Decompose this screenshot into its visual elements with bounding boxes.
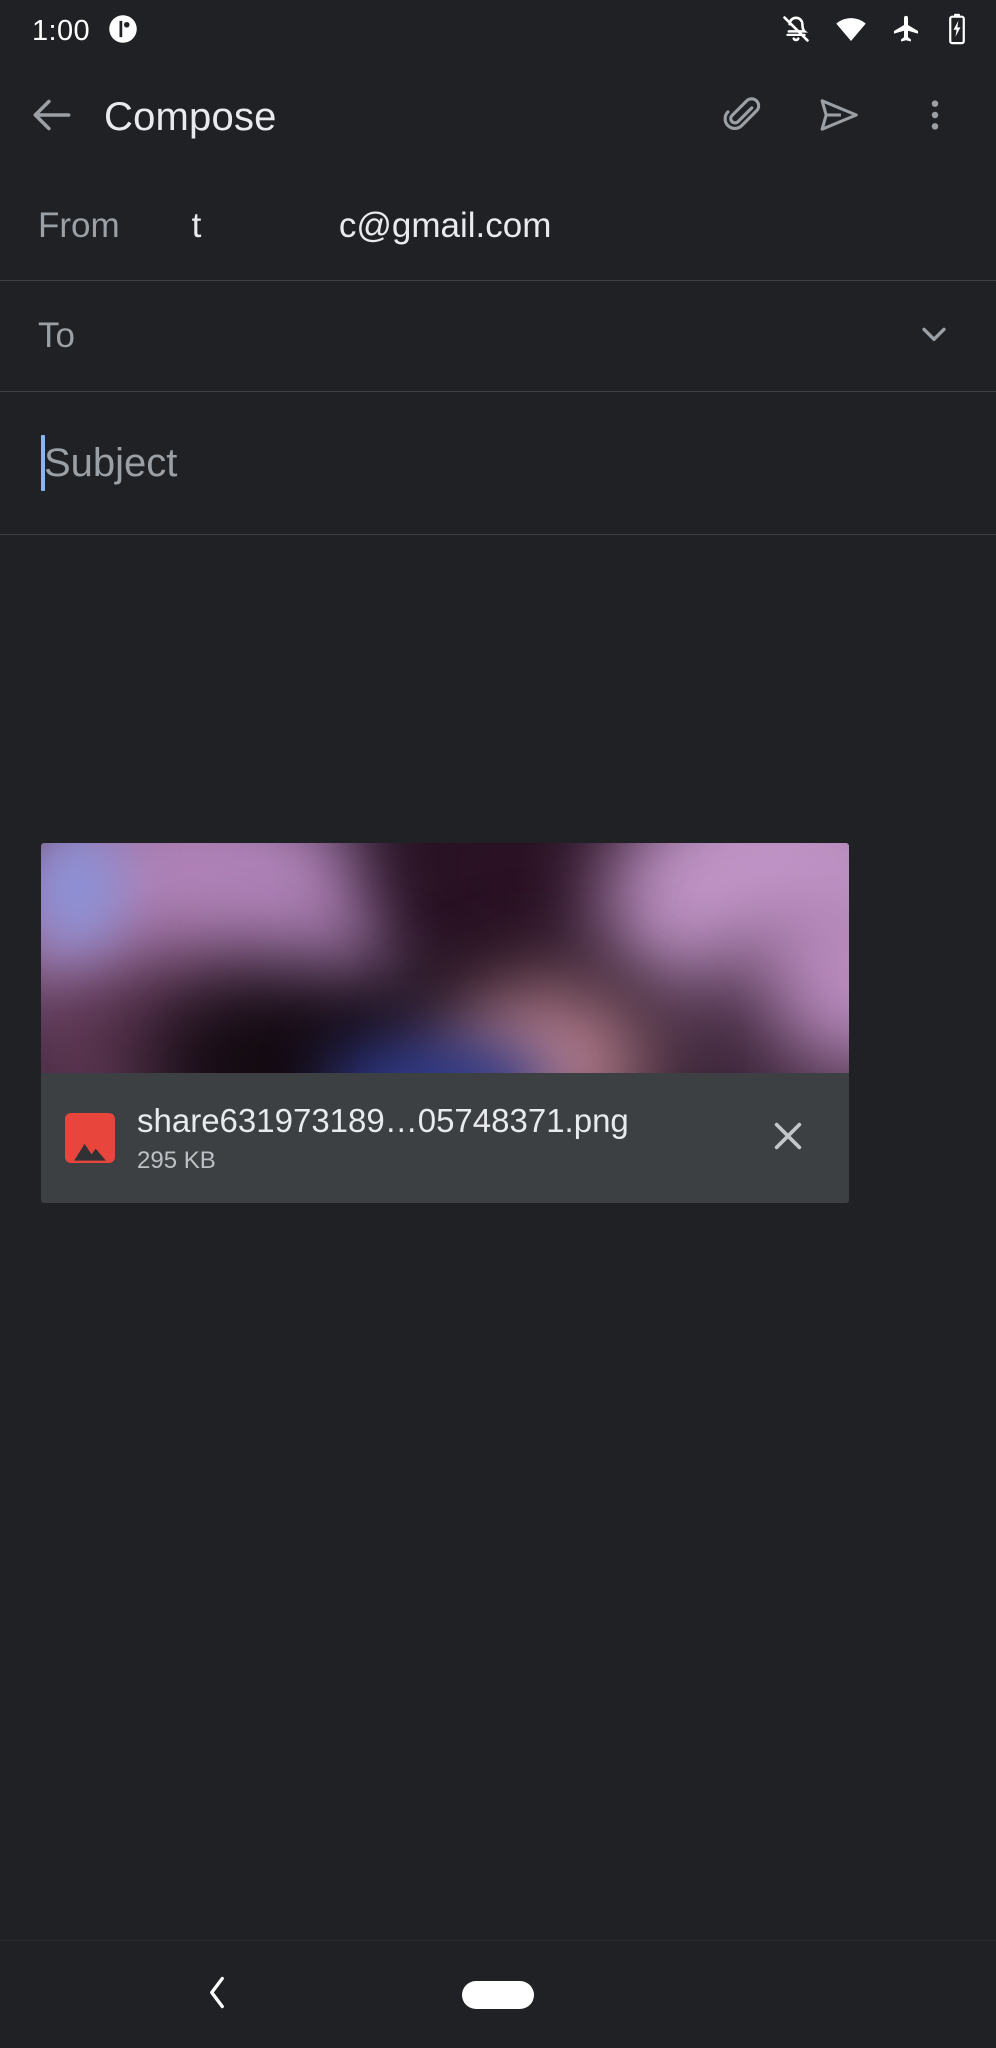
attachment-meta: share631973189…05748371.png 295 KB xyxy=(137,1101,731,1175)
from-value: t c@gmail.com xyxy=(192,206,552,246)
chevron-down-icon[interactable] xyxy=(914,314,954,359)
back-button[interactable] xyxy=(0,90,104,145)
status-bar-clock: 1:00 xyxy=(32,14,91,47)
airplane-mode-icon xyxy=(890,13,922,50)
close-icon xyxy=(767,1115,809,1162)
more-vertical-icon xyxy=(915,95,955,140)
from-label: From xyxy=(38,206,120,245)
send-icon xyxy=(816,92,862,143)
page-title: Compose xyxy=(104,94,277,139)
nav-home-pill[interactable] xyxy=(462,1980,534,2009)
to-row[interactable]: To xyxy=(0,281,996,391)
compose-screen: 1:00 Compose From t c@gmail.com To Subje… xyxy=(0,0,996,2048)
paperclip-icon xyxy=(721,93,765,142)
from-value-part2: c@gmail.com xyxy=(338,206,552,245)
app-toolbar: Compose xyxy=(0,62,996,172)
bell-off-icon xyxy=(780,13,812,50)
attachment-filesize: 295 KB xyxy=(137,1146,216,1174)
subject-row[interactable]: Subject xyxy=(0,392,996,534)
toolbar-actions xyxy=(700,74,996,160)
attachment-info-bar: share631973189…05748371.png 295 KB xyxy=(41,1073,849,1203)
text-caret xyxy=(41,435,45,491)
status-bar-right xyxy=(780,12,970,51)
attachment-filename: share631973189…05748371.png xyxy=(137,1102,629,1140)
attach-button[interactable] xyxy=(700,74,786,160)
attachment-card[interactable]: share631973189…05748371.png 295 KB xyxy=(41,843,849,1203)
remove-attachment-button[interactable] xyxy=(753,1103,823,1173)
status-bar: 1:00 xyxy=(0,0,996,62)
image-icon xyxy=(65,1113,115,1163)
back-arrow-icon xyxy=(27,90,77,145)
system-nav-bar xyxy=(0,1940,996,2048)
status-bar-left: 1:00 xyxy=(32,14,138,49)
battery-charging-icon xyxy=(944,13,970,50)
to-placeholder: To xyxy=(38,316,75,355)
wifi-icon xyxy=(834,12,868,51)
attachment-thumbnail[interactable] xyxy=(41,843,849,1073)
from-row[interactable]: From t c@gmail.com xyxy=(0,172,996,280)
compose-body[interactable] xyxy=(0,600,996,1940)
divider-subject-body xyxy=(0,534,996,535)
nav-back-button[interactable] xyxy=(200,1971,234,2018)
more-options-button[interactable] xyxy=(892,74,978,160)
subject-placeholder: Subject xyxy=(44,440,178,485)
send-button[interactable] xyxy=(796,74,882,160)
compose-header-fields: From t c@gmail.com To Subject xyxy=(0,172,996,535)
from-value-part1: t xyxy=(191,206,202,245)
notification-dot-icon xyxy=(108,14,138,49)
